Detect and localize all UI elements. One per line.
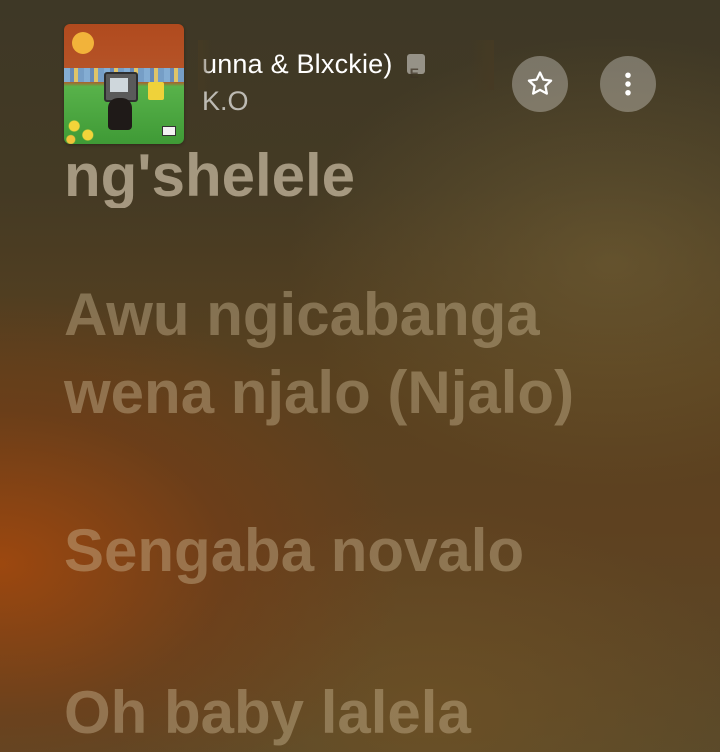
more-options-button[interactable] — [600, 56, 656, 112]
lyric-line[interactable]: Awu ngicabanga — [64, 276, 704, 354]
album-art[interactable] — [64, 24, 184, 144]
track-title: unna & Blxckie) — [202, 49, 393, 79]
album-art-advisory-tag — [162, 126, 176, 136]
album-art-figure — [108, 98, 132, 130]
lyric-line[interactable]: ng'shelele — [64, 146, 704, 208]
album-art-flowers — [64, 114, 98, 144]
explicit-badge-icon — [406, 54, 425, 91]
track-info[interactable]: unna & Blxckie) K.O — [202, 46, 492, 118]
album-art-sun — [72, 32, 94, 54]
track-artist: K.O — [202, 86, 249, 116]
marquee-fade-right — [470, 40, 494, 90]
favorite-button[interactable] — [512, 56, 568, 112]
album-art-sign — [148, 82, 164, 100]
lyric-line[interactable]: Oh baby lalela — [64, 674, 704, 752]
now-playing-header: unna & Blxckie) K.O — [0, 0, 720, 150]
lyrics-panel: ng'shelele Awu ngicabanga wena njalo (Nj… — [64, 146, 704, 752]
lyric-line[interactable]: Sengaba novalo — [64, 512, 704, 590]
star-outline-icon — [527, 71, 553, 95]
lyric-line[interactable]: wena njalo (Njalo) — [64, 354, 704, 432]
track-title-row: unna & Blxckie) — [202, 46, 492, 91]
marquee-fade-left — [198, 40, 212, 90]
more-vertical-icon — [625, 72, 631, 96]
